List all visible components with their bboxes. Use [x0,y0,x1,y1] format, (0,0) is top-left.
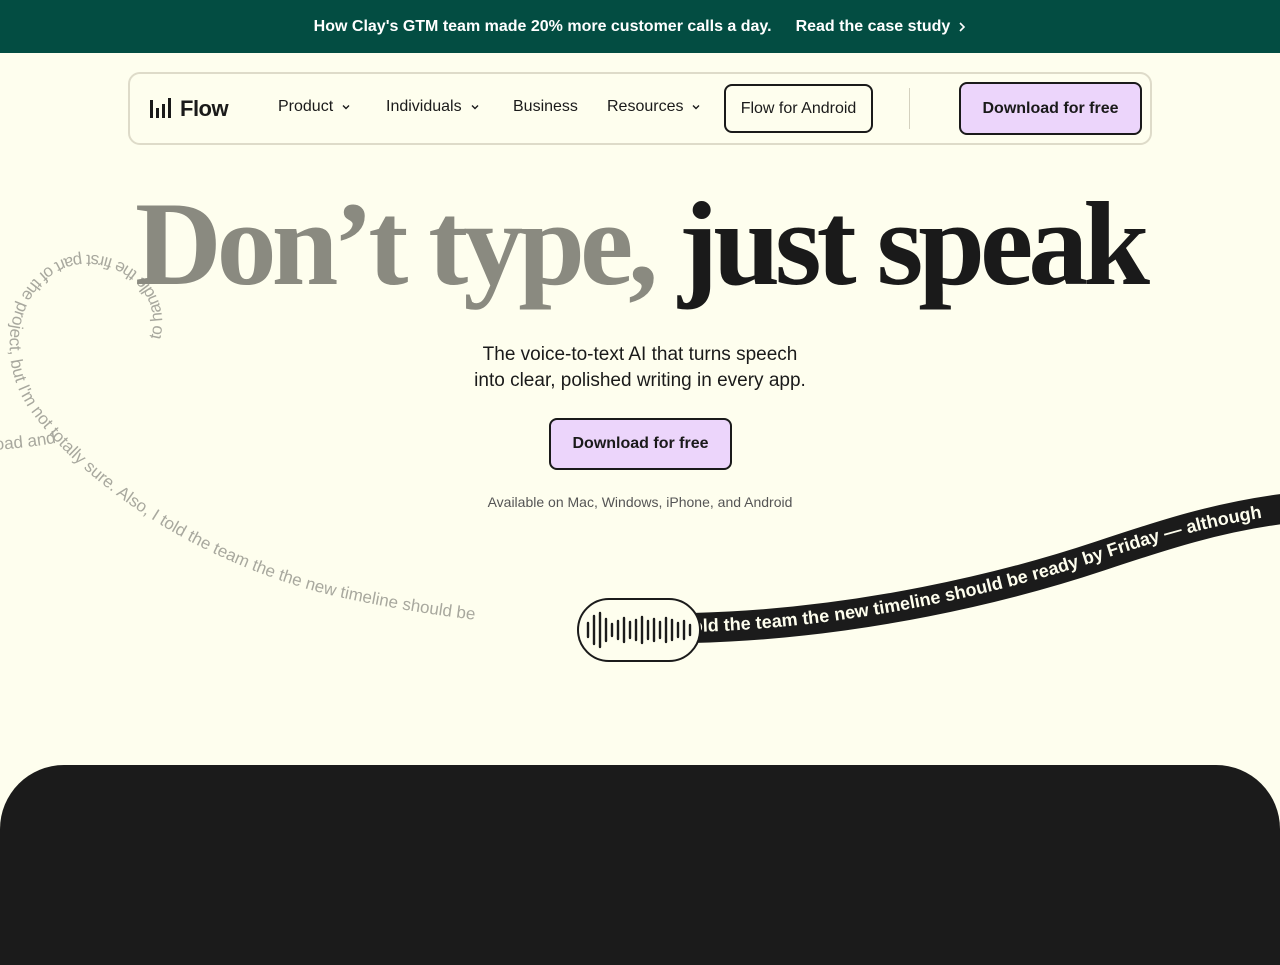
hero-download-button[interactable]: Download for free [549,418,732,470]
nav-divider [909,88,910,129]
announcement-banner: How Clay's GTM team made 20% more custom… [0,0,1280,53]
bars-waveform-icon [150,98,171,118]
main-nav: Flow Product Individuals Business Resour… [128,72,1152,145]
nav-item-label: Business [513,98,578,115]
polished-speech-text: old the team the new timeline should be … [692,502,1263,636]
logo-text: Flow [180,96,229,121]
case-study-link-label: Read the case study [795,17,951,35]
hero-subtitle-line1: The voice-to-text AI that turns speech [482,344,798,365]
chevron-down-icon [471,105,479,110]
nav-item-label: Resources [607,98,684,115]
next-section-card [0,765,1280,965]
nav-item-label: Product [278,98,334,115]
flow-logo[interactable]: Flow [150,96,229,122]
chevron-down-icon [692,105,700,110]
nav-item-individuals[interactable]: Individuals [386,98,480,116]
audio-waveform-icon [577,598,701,662]
case-study-link[interactable]: Read the case study [796,18,967,36]
nav-item-resources[interactable]: Resources [607,98,701,116]
hero-title: Don’t type, just speak [0,178,1280,310]
banner-message: How Clay's GTM team made 20% more custom… [313,17,772,35]
chevron-down-icon [342,105,350,110]
nav-item-business[interactable]: Business [513,98,578,116]
hero-subtitle-line2: into clear, polished writing in every ap… [474,370,806,391]
hero-title-dark: just speak [678,177,1150,310]
flow-for-android-button[interactable]: Flow for Android [724,84,873,133]
nav-item-product[interactable]: Product [278,98,351,116]
availability-note: Available on Mac, Windows, iPhone, and A… [487,494,793,510]
hero-title-muted: Don’t type, [134,177,658,310]
nav-item-label: Individuals [386,98,462,115]
chevron-right-icon [959,21,966,32]
hero-subtitle: The voice-to-text AI that turns speech i… [0,342,1280,394]
nav-download-button[interactable]: Download for free [959,82,1142,135]
